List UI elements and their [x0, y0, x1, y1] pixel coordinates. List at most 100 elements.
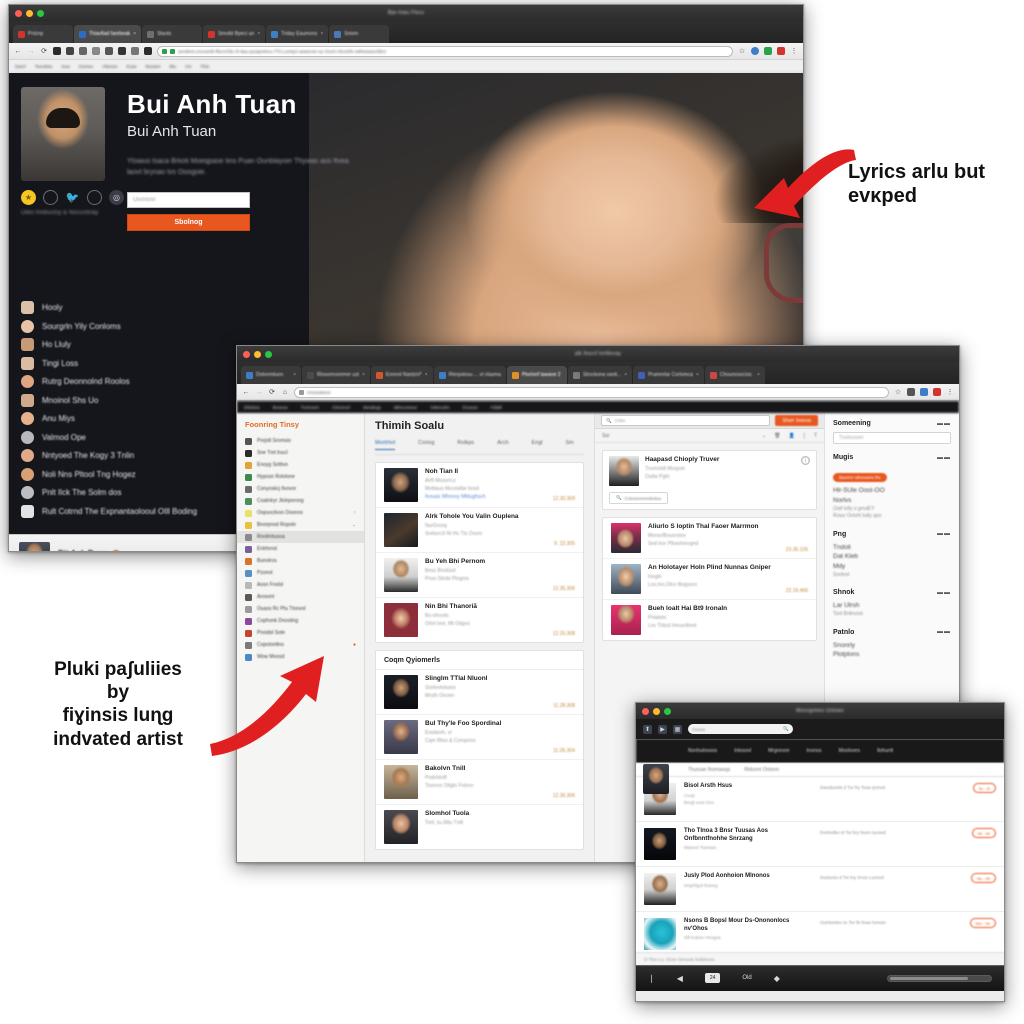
track-row[interactable]: Alrk Tohole You Valin Ouplena NurGnorg S… [376, 508, 583, 553]
nav-item[interactable]: Inonos [807, 748, 822, 754]
extension-icon[interactable] [907, 388, 915, 396]
trash-icon[interactable]: 🗑 [774, 433, 780, 439]
tab-close-icon[interactable]: × [293, 372, 296, 378]
profile-avatar-icon[interactable] [751, 47, 759, 55]
extension-icon[interactable] [777, 47, 785, 55]
bookmark-item[interactable]: Davi'l [15, 64, 26, 69]
sidebar-item[interactable]: Hyposn Rolvlone [237, 471, 364, 483]
tab-close-icon[interactable]: × [320, 31, 323, 37]
minimize-window-button[interactable] [254, 350, 261, 358]
section-menu-icon[interactable]: ▬▬ [937, 421, 951, 427]
extension-icon[interactable] [933, 388, 941, 396]
track-row[interactable]: Bul Thy'le Foo Spordinal Enolanrh, vr Cq… [376, 715, 583, 760]
sidebar-item[interactable]: Sne Tret lnucl [237, 447, 364, 459]
play-circle-icon[interactable]: ▶ [658, 724, 667, 734]
circle-icon[interactable] [43, 190, 58, 205]
menu-item[interactable]: Mlrscomsor [394, 405, 417, 410]
home-icon[interactable]: ⌂ [281, 388, 289, 396]
bookmark-item[interactable]: Inve [61, 64, 70, 69]
bookmark-item[interactable]: Vrx [185, 64, 192, 69]
menu-item[interactable]: Enosos [463, 405, 478, 410]
minimize-window-button[interactable] [653, 707, 660, 715]
menu-item[interactable]: Fdlafi [491, 405, 502, 410]
tab-close-icon[interactable]: × [696, 372, 699, 378]
browser-tab[interactable]: Rlosomoonmer ust × [302, 366, 370, 384]
sidebar-item[interactable]: Bnorpnod Ropoln ⌄ [237, 519, 364, 531]
tab-arch[interactable]: Arch [497, 440, 508, 450]
close-window-button[interactable] [642, 707, 649, 715]
minimize-window-button[interactable] [26, 9, 33, 17]
tab-engl[interactable]: Engl [532, 440, 543, 450]
forward-arrow-icon[interactable]: → [27, 47, 35, 55]
apps-icon[interactable]: ▦ [673, 724, 682, 734]
extension-icon[interactable] [131, 47, 139, 55]
sidebar-item[interactable]: Entrtonst [237, 543, 364, 555]
subscribe-input[interactable]: Ouoouvi [127, 192, 250, 209]
bookmark-star-icon[interactable]: ☆ [738, 47, 746, 55]
window-traffic-lights[interactable] [642, 707, 671, 715]
sidebar-item[interactable]: Arosont [237, 591, 364, 603]
player-row[interactable]: Nsons B Bopsl Mour Ds-Onononlocs nv'Ohos… [636, 912, 1004, 952]
player-row[interactable]: Bisol Arsth Hsus Cuop Bnrgl soot Onn Dwo… [636, 777, 1004, 822]
tab-sm[interactable]: Sm [566, 440, 574, 450]
library-sidebar[interactable]: Foonring Tinsy Pnrjolt Sromsio Sne Tret … [237, 413, 365, 862]
person-add-icon[interactable]: 👤 [789, 433, 795, 439]
suggested-row[interactable]: An Holotayer Holn Plind Nunnas Gniper In… [603, 559, 816, 600]
menu-item[interactable]: Vdmrorlm [430, 405, 450, 410]
mode-button[interactable]: 24 [704, 973, 721, 983]
player-transport-bar[interactable]: ❘ ◀ 24 Old ◆ [636, 965, 1004, 991]
nav-item[interactable]: Mooloves [839, 748, 860, 754]
browser-tab-active[interactable]: Ptorlonf lawane 2 [506, 366, 567, 384]
track-row[interactable]: Noh Tian II AVfl Mosorrcz Mvttlaus Mcnni… [376, 463, 583, 508]
sidebar-item[interactable]: Bunolros [237, 555, 364, 567]
browser-tab[interactable]: Slrockona vanti... × [567, 366, 633, 384]
sidebar-item[interactable]: Aosn Fnolsl [237, 579, 364, 591]
close-window-button[interactable] [243, 350, 250, 358]
rewind-icon[interactable]: ◀ [677, 974, 683, 983]
tab-close-icon[interactable]: × [362, 372, 365, 378]
menu-item[interactable]: Trornorm [301, 405, 319, 410]
sidebar-item[interactable]: Pnrjolt Sromsio [237, 435, 364, 447]
sidebar-item-selected[interactable]: Rnolimtusoa [237, 531, 364, 543]
maximize-window-button[interactable] [664, 707, 671, 715]
browser-tab[interactable]: Pramrelar Corlomca × [633, 366, 704, 384]
share-button[interactable]: Shorr Inonos [775, 415, 818, 426]
sidebar-item[interactable]: Ouass Rc Ptu Ttonvol [237, 603, 364, 615]
browser-tab[interactable]: Smoibl Bpeci un × [203, 25, 266, 43]
bookmark-item[interactable]: Teerdetu [35, 64, 53, 69]
extension-icon[interactable] [118, 47, 126, 55]
chevron-down-icon[interactable]: ⌄ [762, 433, 766, 439]
circle-icon[interactable]: ○ [353, 510, 356, 516]
suggested-row[interactable]: Bueh loalt Hai Bt9 Ironaln Pnlatots Lnv … [603, 600, 816, 640]
track-row[interactable]: Slinglm TTlal Nluonl Sonlovtvlsaos Mroth… [376, 670, 583, 715]
extension-icon[interactable] [66, 47, 74, 55]
menu-icon[interactable]: ⋮ [946, 388, 954, 396]
extension-icon[interactable] [144, 47, 152, 55]
menu-item[interactable]: Bvonos [273, 405, 288, 410]
player-track-list[interactable]: Bisol Arsth Hsus Cuop Bnrgl soot Onn Dwo… [636, 777, 1004, 952]
sidebar-item[interactable]: Conyoskcj Ilvovor [237, 483, 364, 495]
section-menu-icon[interactable]: ▬▬ [937, 531, 951, 537]
extension-icon[interactable] [105, 47, 113, 55]
extension-icon[interactable] [79, 47, 87, 55]
section-menu-icon[interactable]: ▬▬ [937, 629, 951, 635]
bookmark-item[interactable]: Exse [126, 64, 136, 69]
player-row[interactable]: Tho Tlnoa 3 Bnsr Tuusas Aos Onfbnntfnohh… [636, 822, 1004, 867]
bookmark-item[interactable]: Vfames [102, 64, 117, 69]
section-input[interactable]: Tnolocsom [833, 432, 951, 444]
browser-tab[interactable]: Rlerpolosu ... vt nlasma [433, 366, 506, 384]
nav-item[interactable]: Mrgnnore [768, 748, 789, 754]
maximize-window-button[interactable] [37, 9, 44, 17]
tab-close-icon[interactable]: × [133, 31, 136, 37]
text-icon[interactable]: T [814, 433, 817, 439]
nav-item[interactable]: Ilohunlt [877, 748, 893, 754]
close-window-button[interactable] [15, 9, 22, 17]
right-panel-search-bar[interactable]: 🔍 Osbn Shorr Inonos [595, 413, 824, 429]
chevron-down-icon[interactable]: ⌄ [352, 522, 356, 528]
tab-close-icon[interactable]: × [257, 31, 260, 37]
browser-tab[interactable]: Snism [329, 25, 390, 43]
extension-icon[interactable] [92, 47, 100, 55]
suggested-row[interactable]: Aliurlo S loptin Thal Faoer Marrmon Mons… [603, 518, 816, 559]
library-menu-bar[interactable]: Dhlckss Bvonos Trornorm Clmorvol Stnobry… [237, 401, 959, 413]
player-search-input[interactable]: Ousos 🔍 [688, 724, 793, 734]
